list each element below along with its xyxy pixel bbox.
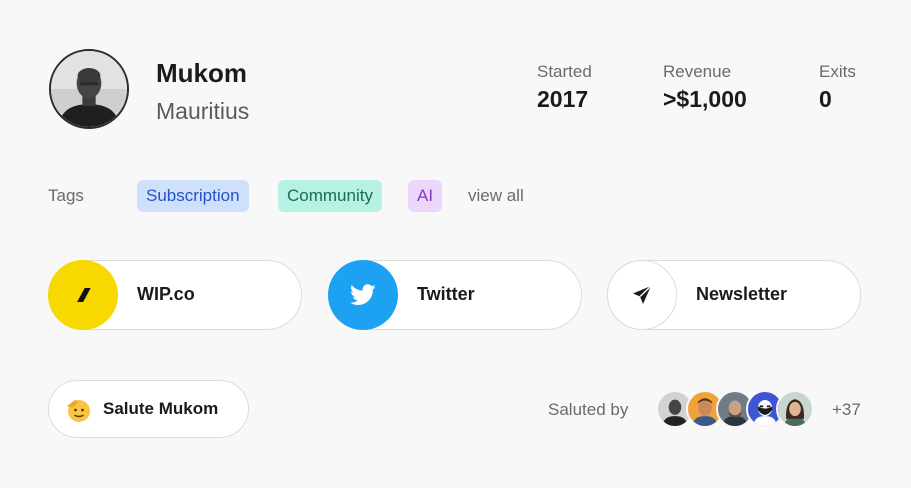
stat-revenue-label: Revenue [663, 62, 732, 81]
tag-community[interactable]: Community [278, 180, 382, 212]
wip-link-button[interactable]: WIP.co [48, 260, 302, 330]
profile-name: Mukom [156, 58, 247, 88]
profile-avatar [49, 49, 129, 129]
stat-started-value: 2017 [537, 86, 589, 112]
tag-ai[interactable]: AI [408, 180, 443, 212]
twitter-link-button[interactable]: Twitter [328, 260, 582, 330]
saluted-by-label: Saluted by [548, 400, 629, 419]
tag-subscription[interactable]: Subscription [137, 180, 249, 212]
newsletter-link-button[interactable]: Newsletter [607, 260, 861, 330]
tags-label: Tags [48, 186, 84, 205]
twitter-link-label: Twitter [417, 284, 475, 304]
saluter-avatar[interactable] [776, 390, 814, 428]
stat-exits-value: 0 [819, 86, 832, 112]
newsletter-link-label: Newsletter [696, 284, 788, 304]
profile-country: Mauritius [156, 98, 250, 124]
stat-revenue-value: >$1,000 [663, 86, 747, 112]
saluters-more-count[interactable]: +37 [832, 400, 861, 420]
salute-button-label: Salute Mukom [103, 399, 219, 418]
wip-link-label: WIP.co [137, 284, 195, 304]
twitter-bird-icon [328, 260, 398, 330]
user-photo [51, 51, 127, 127]
stat-exits-label: Exits [819, 62, 856, 81]
view-all-tags-link[interactable]: view all [468, 186, 524, 206]
wip-logo-icon [48, 260, 118, 330]
stat-started-label: Started [537, 62, 592, 81]
salute-button[interactable]: Salute Mukom [48, 380, 249, 438]
paper-plane-icon [607, 260, 677, 330]
saluting-face-icon [67, 400, 90, 422]
